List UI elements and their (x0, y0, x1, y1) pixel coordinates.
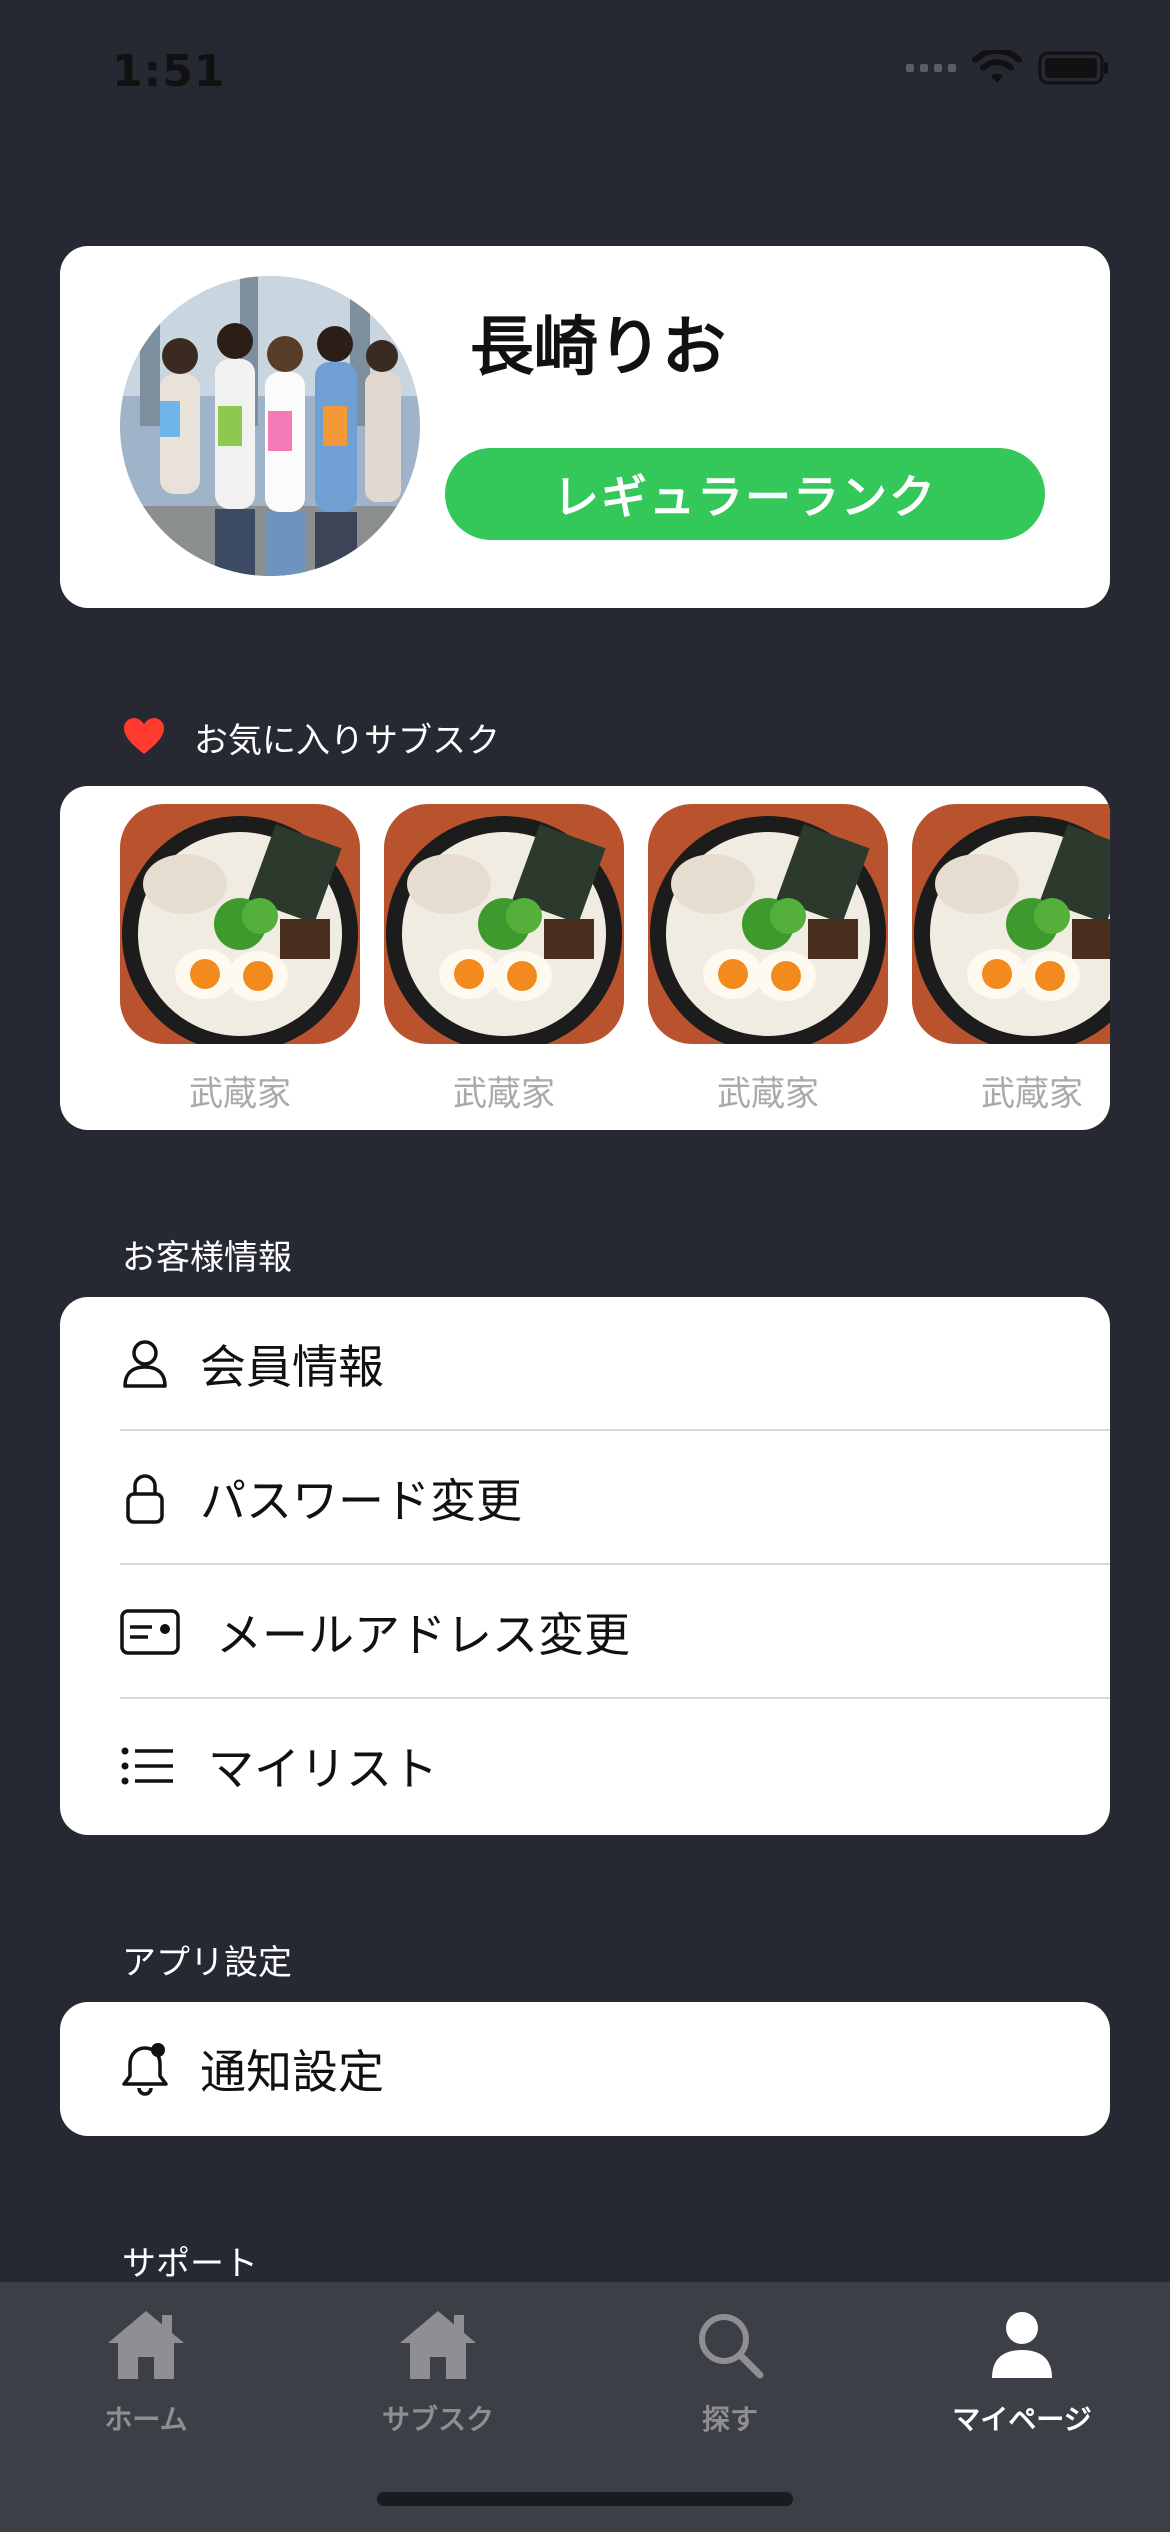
menu-item-label: 会員情報 (200, 1340, 384, 1394)
tab-label: サブスク (381, 2403, 494, 2436)
favorite-item-label: 武蔵家 (981, 1074, 1083, 1114)
favorite-item[interactable]: 武蔵家 (912, 804, 1110, 1115)
favorites-carousel[interactable]: 武蔵家 武蔵家 武蔵家 武蔵家 (120, 804, 1110, 1124)
id-card-icon (120, 1607, 180, 1657)
list-icon (120, 1741, 176, 1791)
app-settings-card: 通知設定 (60, 2002, 1110, 2136)
profile-card: 長崎りお レギュラーランク (60, 246, 1110, 608)
wifi-icon (972, 50, 1022, 83)
favorites-section-title: お気に入りサブスク (194, 721, 500, 761)
support-section-title: サポート (122, 2244, 258, 2284)
tab-label: ホーム (104, 2403, 188, 2436)
person-icon (120, 1339, 170, 1389)
menu-item-label: マイリスト (208, 1742, 438, 1796)
my-page-screen: 1:51 長崎りお レギュラーランク お気に入りサブスク 武蔵家 武蔵家 武蔵家… (0, 0, 1170, 2532)
menu-item-label: メールアドレス変更 (216, 1608, 630, 1662)
battery-icon (1038, 51, 1108, 85)
person-fill-icon (922, 2300, 1122, 2390)
ramen-thumbnail (648, 804, 888, 1044)
customer-info-card: 会員情報 パスワード変更 メールアドレス変更 マイリスト (60, 1297, 1110, 1835)
magnifier-icon (630, 2300, 830, 2390)
app-settings-section-title: アプリ設定 (122, 1943, 292, 1983)
favorite-item-label: 武蔵家 (717, 1074, 819, 1114)
favorite-item[interactable]: 武蔵家 (648, 804, 888, 1115)
menu-item-label: 通知設定 (200, 2045, 384, 2099)
customer-info-section-title: お客様情報 (122, 1238, 292, 1278)
cellular-signal-icon (906, 64, 956, 72)
tab-my-page[interactable]: マイページ (922, 2300, 1122, 2438)
favorites-card: 武蔵家 武蔵家 武蔵家 武蔵家 (60, 786, 1110, 1130)
tab-label: 探す (701, 2403, 758, 2436)
user-name: 長崎りお (470, 311, 726, 385)
rank-badge-button[interactable]: レギュラーランク (445, 448, 1045, 540)
menu-item-my-list[interactable]: マイリスト (60, 1699, 1110, 1833)
menu-item-label: パスワード変更 (200, 1474, 522, 1528)
ramen-thumbnail (912, 804, 1110, 1044)
bell-badge-icon (120, 2043, 170, 2096)
house-icon (338, 2300, 538, 2390)
lock-icon (120, 1473, 170, 1524)
tab-search[interactable]: 探す (630, 2300, 830, 2438)
favorite-item-label: 武蔵家 (189, 1074, 291, 1114)
house-icon (46, 2300, 246, 2390)
menu-item-member-info[interactable]: 会員情報 (60, 1297, 1110, 1431)
home-indicator[interactable] (377, 2492, 793, 2506)
tab-subscription[interactable]: サブスク (338, 2300, 538, 2438)
ramen-thumbnail (120, 804, 360, 1044)
status-indicators (906, 50, 1110, 86)
favorite-item[interactable]: 武蔵家 (120, 804, 360, 1115)
status-time: 1:51 (112, 46, 226, 97)
favorite-item-label: 武蔵家 (453, 1074, 555, 1114)
avatar[interactable] (120, 276, 420, 576)
tab-home[interactable]: ホーム (46, 2300, 246, 2438)
heart-icon (124, 718, 164, 754)
menu-item-password-change[interactable]: パスワード変更 (60, 1431, 1110, 1565)
menu-item-email-change[interactable]: メールアドレス変更 (60, 1565, 1110, 1699)
menu-item-notification-settings[interactable]: 通知設定 (60, 2002, 1110, 2136)
tab-label: マイページ (952, 2403, 1092, 2436)
ramen-thumbnail (384, 804, 624, 1044)
favorite-item[interactable]: 武蔵家 (384, 804, 624, 1115)
